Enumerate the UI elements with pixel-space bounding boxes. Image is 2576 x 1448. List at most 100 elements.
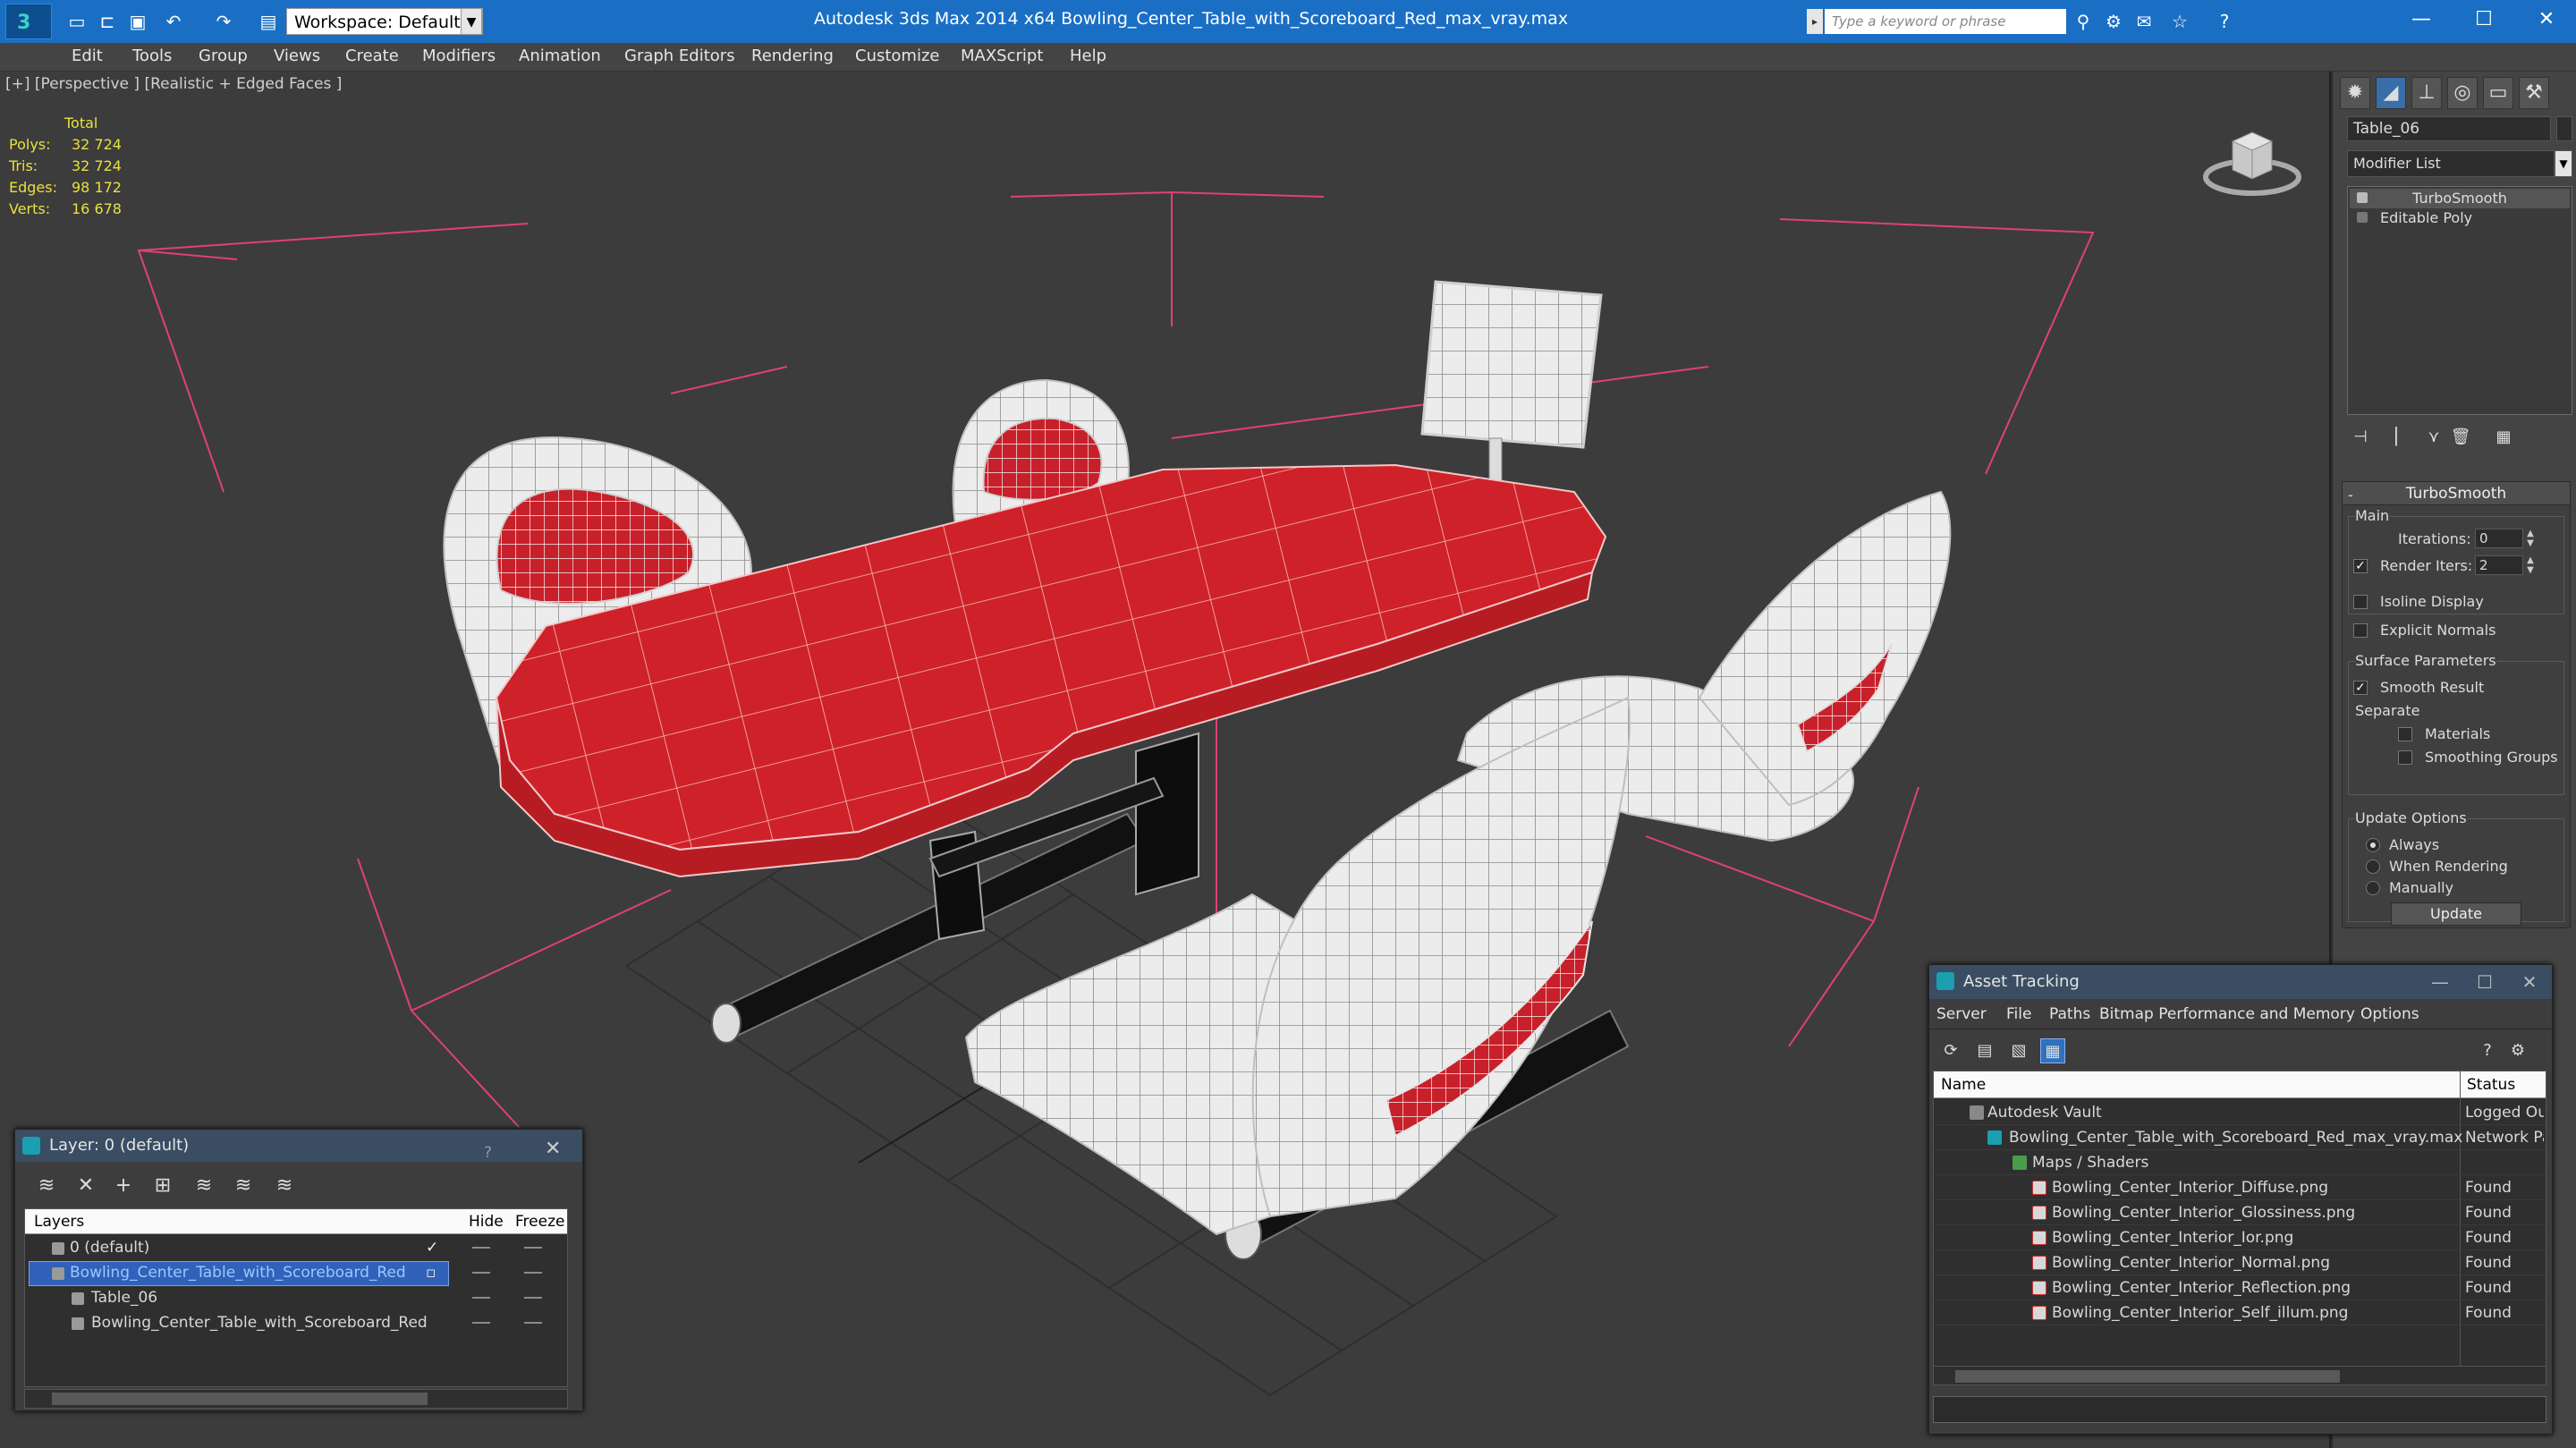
help-icon[interactable]: ? xyxy=(2475,1038,2500,1063)
render-iters-spinner[interactable]: 2 xyxy=(2475,555,2523,575)
utilities-tab-icon[interactable]: ⚒ xyxy=(2519,77,2549,109)
binoculars-icon[interactable]: ⚲ xyxy=(2072,11,2095,32)
stack-item-editable-poly[interactable]: Editable Poly xyxy=(2350,208,2570,228)
isoline-display-checkbox[interactable] xyxy=(2353,595,2368,609)
motion-tab-icon[interactable]: ◎ xyxy=(2447,77,2478,109)
highlight-layer-icon[interactable]: ≋ xyxy=(191,1173,217,1199)
search-expand-icon[interactable]: ▸ xyxy=(1807,9,1823,34)
smoothing-groups-checkbox[interactable] xyxy=(2398,750,2412,765)
menu-tools[interactable]: Tools xyxy=(132,47,172,65)
viewcube-icon[interactable] xyxy=(2199,114,2306,204)
viewport-label-menu[interactable]: [+] [Perspective ] [Realistic + Edged Fa… xyxy=(5,75,342,93)
help-icon[interactable]: ? xyxy=(484,1137,492,1169)
close-icon[interactable]: ✕ xyxy=(545,1133,561,1165)
minimize-button[interactable]: — xyxy=(2418,967,2462,997)
open-file-icon[interactable]: ⊏ xyxy=(95,9,120,34)
hide-all-layers-icon[interactable]: ≋ xyxy=(230,1173,257,1199)
undo-icon[interactable]: ↶ xyxy=(161,9,186,34)
col-hide[interactable]: Hide xyxy=(469,1213,504,1231)
menu-file[interactable]: File xyxy=(2006,1005,2031,1023)
delete-layer-icon[interactable]: ✕ xyxy=(72,1173,99,1199)
pin-stack-icon[interactable]: ⊣ xyxy=(2349,426,2372,449)
make-unique-icon[interactable]: ⋎ xyxy=(2422,426,2445,449)
asset-row-png[interactable]: Bowling_Center_Interior_Ior.png Found xyxy=(1934,1225,2546,1250)
layer-row-selected[interactable]: Bowling_Center_Table_with_Scoreboard_Red… xyxy=(25,1261,567,1286)
menu-modifiers[interactable]: Modifiers xyxy=(422,47,496,65)
close-button[interactable]: ✕ xyxy=(2507,967,2552,997)
menu-rendering[interactable]: Rendering xyxy=(751,47,834,65)
object-name-field[interactable]: Table_06 xyxy=(2347,116,2551,141)
layer-row[interactable]: Bowling_Center_Table_with_Scoreboard_Red xyxy=(25,1311,567,1336)
workspace-dropdown[interactable]: Workspace: Default xyxy=(286,8,483,35)
help-icon[interactable]: ? xyxy=(2213,11,2236,32)
plus-icon[interactable] xyxy=(2357,212,2368,223)
explicit-normals-checkbox[interactable] xyxy=(2353,623,2368,638)
communication-icon[interactable]: ✉ xyxy=(2132,11,2156,32)
smooth-result-checkbox[interactable]: ✓ xyxy=(2353,681,2368,695)
maximize-button[interactable]: ☐ xyxy=(2462,967,2507,997)
horizontal-scrollbar[interactable] xyxy=(24,1389,568,1409)
menu-customize[interactable]: Customize xyxy=(855,47,939,65)
col-freeze[interactable]: Freeze xyxy=(515,1213,564,1231)
col-name[interactable]: Name xyxy=(1941,1076,1986,1094)
asset-row-png[interactable]: Bowling_Center_Interior_Reflection.png F… xyxy=(1934,1275,2546,1300)
remove-modifier-icon[interactable]: 🗑 xyxy=(2449,426,2472,449)
render-iters-checkbox[interactable]: ✓ xyxy=(2353,559,2368,573)
new-file-icon[interactable]: ▭ xyxy=(64,9,89,34)
refresh-icon[interactable]: ⟳ xyxy=(1938,1038,1963,1063)
stack-item-turbosmooth[interactable]: TurboSmooth xyxy=(2350,189,2570,208)
horizontal-scrollbar[interactable] xyxy=(1933,1366,2546,1385)
col-status[interactable]: Status xyxy=(2467,1076,2515,1094)
project-folder-icon[interactable]: ▤ xyxy=(256,9,281,34)
rollout-header[interactable]: - TurboSmooth xyxy=(2343,482,2570,505)
display-tab-icon[interactable]: ▭ xyxy=(2483,77,2513,109)
hierarchy-tab-icon[interactable]: ⊥ xyxy=(2411,77,2442,109)
chevron-down-icon[interactable]: ▼ xyxy=(461,8,482,35)
subscription-icon[interactable]: ⚙ xyxy=(2102,11,2125,32)
scrollbar-thumb[interactable] xyxy=(1955,1370,2340,1383)
iterations-spinner[interactable]: 0 xyxy=(2475,529,2523,548)
create-tab-icon[interactable]: ✹ xyxy=(2340,77,2370,109)
asset-row-maps[interactable]: Maps / Shaders xyxy=(1934,1150,2546,1175)
menu-create[interactable]: Create xyxy=(345,47,399,65)
when-rendering-radio[interactable] xyxy=(2366,859,2380,874)
add-layer-icon[interactable]: + xyxy=(110,1173,137,1199)
asset-row-png[interactable]: Bowling_Center_Interior_Glossiness.png F… xyxy=(1934,1200,2546,1225)
menu-views[interactable]: Views xyxy=(274,47,320,65)
maximize-button[interactable]: ☐ xyxy=(2453,0,2515,39)
table-view-icon[interactable]: ▦ xyxy=(2040,1038,2065,1063)
app-menu-button[interactable]: 3 xyxy=(5,4,52,39)
favorites-star-icon[interactable]: ☆ xyxy=(2168,11,2191,32)
layer-row[interactable]: Table_06 xyxy=(25,1286,567,1311)
asset-row-vault[interactable]: Autodesk Vault Logged Ou xyxy=(1934,1100,2546,1125)
menu-group[interactable]: Group xyxy=(199,47,248,65)
save-file-icon[interactable]: ▣ xyxy=(125,9,150,34)
freeze-all-layers-icon[interactable]: ≋ xyxy=(271,1173,298,1199)
menu-edit[interactable]: Edit xyxy=(72,47,103,65)
asset-row-png[interactable]: Bowling_Center_Interior_Diffuse.png Foun… xyxy=(1934,1175,2546,1200)
spinner-arrows-icon[interactable]: ▲ ▼ xyxy=(2525,529,2536,548)
asset-path-field[interactable] xyxy=(1933,1396,2546,1423)
always-radio[interactable] xyxy=(2366,838,2380,852)
materials-checkbox[interactable] xyxy=(2398,727,2412,741)
minimize-button[interactable]: — xyxy=(2390,0,2453,39)
lightbulb-icon[interactable] xyxy=(2357,192,2368,203)
modifier-list-dropdown[interactable]: Modifier List xyxy=(2347,150,2555,177)
settings-icon[interactable]: ⚙ xyxy=(2505,1038,2530,1063)
modify-tab-icon[interactable]: ◢ xyxy=(2376,77,2406,109)
layer-row[interactable]: 0 (default) ✓ xyxy=(25,1236,567,1261)
menu-graph-editors[interactable]: Graph Editors xyxy=(624,47,735,65)
menu-help[interactable]: Help xyxy=(1070,47,1106,65)
asset-row-png[interactable]: Bowling_Center_Interior_Self_illum.png F… xyxy=(1934,1300,2546,1325)
menu-animation[interactable]: Animation xyxy=(519,47,601,65)
menu-bitmap-performance[interactable]: Bitmap Performance and Memory xyxy=(2099,1005,2355,1023)
select-objects-icon[interactable]: ⊞ xyxy=(149,1173,176,1199)
update-button[interactable]: Update xyxy=(2391,902,2521,926)
current-layer-check-icon[interactable]: ✓ xyxy=(426,1239,438,1257)
scrollbar-thumb[interactable] xyxy=(52,1393,428,1405)
menu-server[interactable]: Server xyxy=(1936,1005,1987,1023)
manually-radio[interactable] xyxy=(2366,881,2380,895)
search-input[interactable]: Type a keyword or phrase xyxy=(1825,9,2066,34)
col-layers[interactable]: Layers xyxy=(34,1213,84,1231)
layer-manager-icon[interactable]: ≋ xyxy=(33,1173,60,1199)
